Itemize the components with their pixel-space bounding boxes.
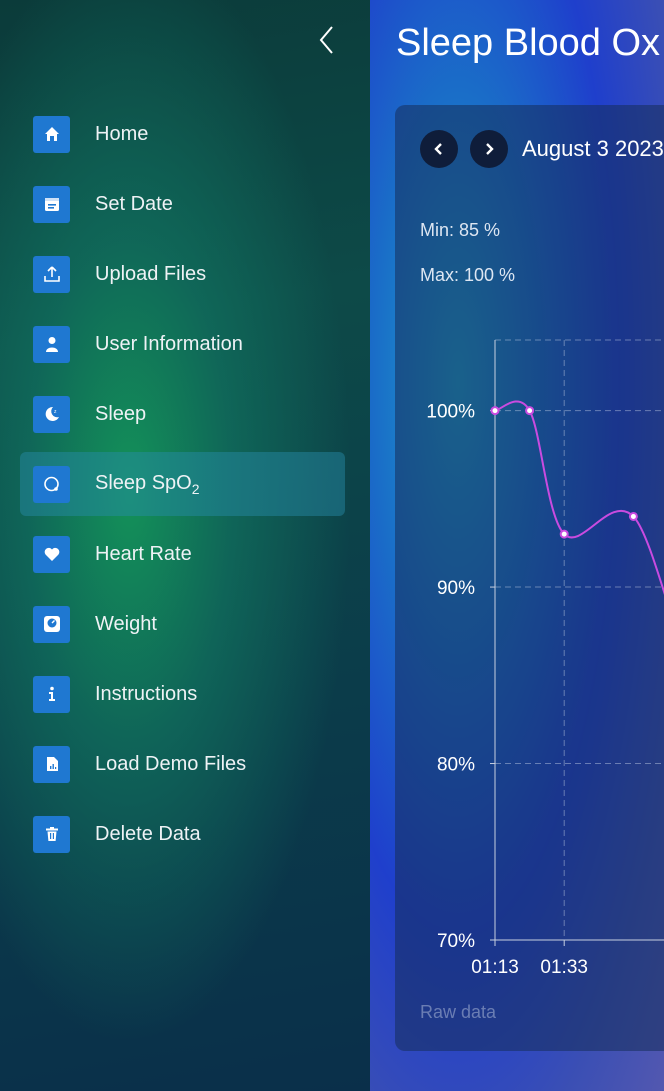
- date-navigator: August 3 2023: [420, 130, 664, 168]
- trash-icon: [33, 815, 70, 853]
- sidebar-item-load-demo-files[interactable]: Load Demo Files: [20, 732, 345, 796]
- sidebar-item-delete-data[interactable]: Delete Data: [20, 802, 345, 866]
- current-date-label: August 3 2023: [522, 136, 664, 161]
- sidebar-item-set-date[interactable]: Set Date: [20, 172, 345, 236]
- sidebar-item-label: User Information: [95, 332, 243, 355]
- raw-data-link[interactable]: Raw data: [420, 1002, 496, 1023]
- sidebar-item-label-subscript: 2: [191, 480, 200, 497]
- data-point: [628, 511, 638, 521]
- info-icon: [33, 675, 70, 713]
- sidebar-item-heart-rate[interactable]: Heart Rate: [20, 522, 345, 586]
- next-day-button[interactable]: [470, 130, 508, 168]
- sidebar-item-label: Heart Rate: [95, 542, 192, 565]
- chevron-right-icon: [486, 143, 494, 155]
- sidebar-item-user-information[interactable]: User Information: [20, 312, 345, 376]
- previous-day-button[interactable]: [420, 130, 458, 168]
- min-value-label: Min: 85 %: [420, 220, 501, 240]
- max-value-label: Max: 100 %: [420, 265, 516, 285]
- chevron-left-icon: [434, 143, 442, 155]
- sidebar: Home Set Date Upload Files User Informat…: [0, 0, 370, 1091]
- heart-icon: [33, 535, 70, 573]
- spo2-series-line: [494, 400, 664, 595]
- sidebar-item-home[interactable]: Home: [20, 102, 345, 166]
- y-tick-label: 80%: [437, 755, 475, 776]
- sidebar-item-sleep[interactable]: z Sleep: [20, 382, 345, 446]
- sidebar-item-sleep-spo2[interactable]: Sleep SpO2: [20, 452, 345, 516]
- sidebar-item-label: Set Date: [95, 192, 173, 215]
- sidebar-item-label: Instructions: [95, 682, 198, 705]
- user-icon: [33, 325, 70, 363]
- upload-icon: [33, 255, 70, 293]
- sidebar-item-label: Upload Files: [95, 262, 207, 285]
- moon-icon: z: [33, 395, 70, 433]
- sidebar-item-upload-files[interactable]: Upload Files: [20, 242, 345, 306]
- scale-icon: [33, 605, 70, 643]
- calendar-icon: [33, 185, 70, 223]
- data-point: [559, 529, 569, 539]
- sidebar-item-label: Weight: [95, 612, 157, 635]
- sidebar-item-instructions[interactable]: Instructions: [20, 662, 345, 726]
- x-tick-label: 01:13: [471, 957, 519, 978]
- file-chart-icon: [33, 745, 70, 783]
- sidebar-item-label: Home: [95, 122, 149, 145]
- y-tick-label: 70%: [437, 931, 475, 952]
- data-point: [525, 406, 535, 416]
- chevron-left-icon: [319, 26, 333, 54]
- sidebar-item-label: Sleep: [95, 402, 147, 425]
- spo2-line-chart: 70%80%90%100%01:1301:3302:13: [426, 339, 664, 978]
- sidebar-item-label: Load Demo Files: [95, 752, 247, 775]
- page-title: Sleep Blood Ox: [396, 22, 661, 64]
- sidebar-nav: Home Set Date Upload Files User Informat…: [20, 102, 345, 872]
- sidebar-item-weight[interactable]: Weight: [20, 592, 345, 656]
- sidebar-item-label: Delete Data: [95, 822, 201, 845]
- data-point: [490, 406, 500, 416]
- collapse-sidebar-button[interactable]: [312, 24, 342, 56]
- svg-text:z: z: [54, 409, 57, 415]
- sidebar-item-label-text: Sleep SpO: [95, 471, 192, 494]
- y-tick-label: 90%: [437, 578, 475, 599]
- y-tick-label: 100%: [426, 402, 475, 423]
- home-icon: [33, 115, 70, 153]
- sidebar-item-label: Sleep SpO2: [95, 472, 200, 497]
- oxygen-icon: [33, 465, 70, 503]
- x-tick-label: 01:33: [540, 957, 588, 978]
